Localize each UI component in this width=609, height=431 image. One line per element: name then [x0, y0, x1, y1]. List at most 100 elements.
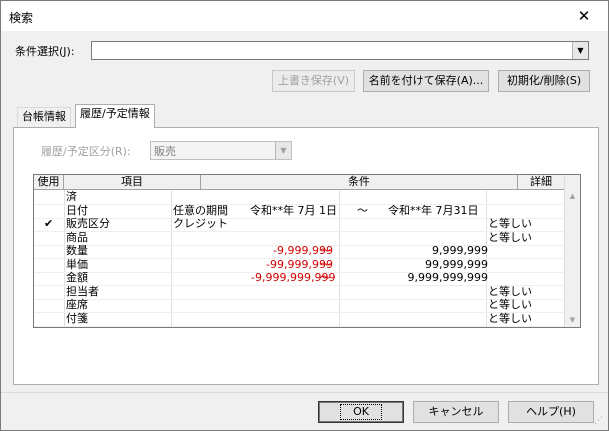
row-cond-sep: 〜 [357, 203, 368, 217]
row-cond-sep [320, 232, 338, 245]
table-row[interactable]: ✔ 販売区分 クレジット と等しい [34, 218, 565, 231]
header-use[interactable]: 使用 [34, 175, 64, 190]
row-cond-to [343, 299, 488, 312]
row-cond-type [173, 232, 251, 245]
use-check-icon[interactable]: ✔ [44, 218, 58, 231]
table-row[interactable]: 数量 -9,999,999 〜 9,999,999 [34, 245, 565, 258]
scroll-up-icon[interactable]: ▲ [565, 189, 580, 203]
header-condition[interactable]: 条件 [201, 175, 518, 190]
row-cond-to: 令和**年 7月31日 [388, 203, 479, 217]
condition-grid: 使用 項目 条件 詳細 済日付 任意の期間 令和**年 7月 1日〜令和**年 7月… [33, 174, 581, 328]
use-check-icon[interactable] [44, 272, 58, 285]
row-cond-sep: 〜 [320, 271, 331, 284]
table-row[interactable]: 単価 -99,999,999 〜 99,999,999 [34, 257, 565, 272]
use-check-icon[interactable] [44, 286, 58, 299]
row-detail [488, 245, 564, 258]
row-cond-to [343, 232, 488, 245]
use-check-icon[interactable] [44, 259, 58, 272]
row-cond-to [343, 218, 488, 231]
ok-button[interactable]: OK [318, 401, 404, 423]
row-item: 商品 [66, 230, 88, 244]
row-cond-from: 令和**年 7月 1日 [250, 203, 337, 217]
row-detail: と等しい [488, 284, 532, 298]
row-cond-sep [320, 191, 338, 204]
row-cond-sep [320, 313, 338, 326]
row-cond-to: 9,999,999,999 [407, 271, 488, 284]
use-check-icon[interactable] [44, 232, 58, 245]
tab-ledger-info[interactable]: 台帳情報 [17, 107, 71, 127]
table-row[interactable]: 担当者 と等しい [34, 284, 565, 299]
history-type-value: 販売 [154, 145, 176, 158]
resize-grip-icon[interactable]: ⋰ [594, 416, 606, 428]
row-cond-type: クレジット [173, 217, 228, 230]
row-item: 日付 [66, 203, 88, 217]
row-item: 販売区分 [66, 217, 110, 230]
chevron-down-icon[interactable]: ▼ [275, 142, 291, 159]
row-detail: と等しい [488, 311, 532, 325]
row-cond-to: 99,999,999 [425, 257, 488, 271]
use-check-icon[interactable] [44, 299, 58, 312]
search-dialog: 検索 ✕ 条件選択(J): ▼ 上書き保存(V) 名前を付けて保存(A)... … [0, 0, 609, 431]
history-type-combo[interactable]: 販売 ▼ [150, 141, 292, 160]
row-item: 金額 [66, 271, 88, 284]
table-row[interactable]: 商品 と等しい [34, 230, 565, 245]
row-cond-type: 任意の期間 [173, 203, 228, 217]
scroll-down-icon[interactable]: ▼ [565, 313, 580, 327]
close-icon[interactable]: ✕ [566, 3, 602, 29]
help-button[interactable]: ヘルプ(H) [508, 401, 594, 423]
row-cond-sep [320, 299, 338, 312]
row-cond-to [343, 313, 488, 326]
condition-select-combo[interactable]: ▼ [91, 41, 589, 60]
save-as-button[interactable]: 名前を付けて保存(A)... [363, 70, 489, 92]
chevron-down-icon[interactable]: ▼ [572, 42, 588, 59]
row-detail [488, 272, 564, 285]
condition-select-label: 条件選択(J): [15, 45, 75, 58]
tab-history-info[interactable]: 履歴/予定情報 [75, 104, 155, 128]
row-item: 付箋 [66, 311, 88, 325]
row-detail: と等しい [488, 298, 532, 311]
overwrite-save-button[interactable]: 上書き保存(V) [272, 70, 355, 92]
row-cond-type [173, 259, 251, 272]
row-detail [488, 205, 564, 218]
table-row[interactable]: 済 [34, 191, 565, 204]
row-cond-type [173, 286, 251, 299]
vertical-scrollbar[interactable]: ▲ ▼ [564, 175, 580, 327]
row-cond-sep [320, 286, 338, 299]
use-check-icon[interactable] [44, 313, 58, 326]
row-detail: と等しい [488, 217, 532, 230]
reset-delete-button[interactable]: 初期化/削除(S) [498, 70, 590, 92]
row-cond-to [343, 286, 488, 299]
row-item: 済 [66, 190, 77, 203]
use-check-icon[interactable] [44, 191, 58, 204]
row-cond-sep [320, 218, 338, 231]
row-item: 担当者 [66, 284, 99, 298]
row-cond-type [173, 272, 251, 285]
cancel-button[interactable]: キャンセル [413, 401, 499, 423]
dialog-title: 検索 [9, 11, 34, 25]
use-check-icon[interactable] [44, 245, 58, 258]
row-cond-sep: 〜 [320, 244, 331, 257]
table-row[interactable]: 金額 -9,999,999,999 〜 9,999,999,999 [34, 272, 565, 285]
row-detail [488, 259, 564, 272]
row-cond-sep: 〜 [320, 257, 331, 271]
history-type-label: 履歴/予定区分(R): [41, 145, 131, 158]
row-detail [488, 191, 564, 204]
row-item: 単価 [66, 257, 88, 271]
table-row[interactable]: 日付 任意の期間 令和**年 7月 1日 〜 令和**年 7月31日 [34, 203, 565, 218]
row-cond-to: 9,999,999 [432, 244, 488, 257]
row-cond-type [173, 299, 251, 312]
ok-button-label: OK [340, 404, 382, 420]
title-bar: 検索 ✕ [1, 1, 608, 31]
row-cond-to [343, 191, 488, 204]
row-cond-type [173, 313, 251, 326]
divider [1, 392, 608, 393]
row-detail: と等しい [488, 230, 532, 244]
table-row[interactable]: 付箋 と等しい [34, 311, 565, 326]
row-item: 数量 [66, 244, 88, 257]
row-cond-type [173, 245, 251, 258]
header-detail[interactable]: 詳細 [518, 175, 565, 190]
header-item[interactable]: 項目 [64, 175, 201, 190]
row-item: 座席 [66, 298, 88, 311]
use-check-icon[interactable] [44, 205, 58, 218]
table-row[interactable]: 座席 と等しい [34, 299, 565, 312]
